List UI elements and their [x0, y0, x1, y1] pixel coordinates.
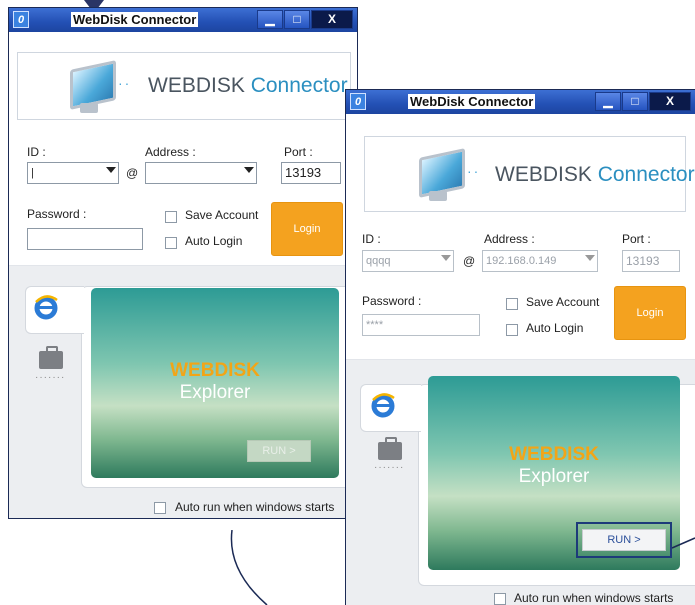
save-account-label: Save Account	[185, 208, 259, 222]
address-combo[interactable]: 192.168.0.149	[482, 250, 598, 272]
password-label: Password :	[362, 294, 422, 308]
port-label: Port :	[284, 145, 313, 159]
brand-sub: Connector	[250, 74, 348, 97]
port-value: 13193	[626, 254, 660, 268]
chevron-down-icon[interactable]	[585, 255, 595, 261]
password-input[interactable]	[27, 228, 143, 250]
title-bar[interactable]: 0 WebDisk Connector ▁ □ X	[9, 8, 357, 32]
id-combo[interactable]: |	[27, 162, 119, 184]
id-value: qqqq	[366, 255, 391, 267]
chevron-down-icon[interactable]	[244, 167, 254, 173]
explorer-subtitle: Explorer	[518, 466, 590, 487]
app-icon: 0	[350, 93, 366, 110]
address-label: Address :	[484, 232, 535, 246]
id-label: ID :	[362, 232, 381, 246]
explorer-title: WEBDISK	[509, 444, 599, 465]
chevron-down-icon[interactable]	[106, 167, 116, 173]
auto-run-checkbox[interactable]	[154, 502, 166, 514]
webdisk-connector-window-back: 0 WebDisk Connector ▁ □ X ·· WEBDISK Con…	[8, 7, 358, 519]
run-button[interactable]: RUN >	[247, 440, 311, 462]
title-bar[interactable]: 0 WebDisk Connector ▁ □ X	[346, 90, 695, 114]
port-value: 13193	[285, 165, 322, 180]
explorer-banner: WEBDISK Explorer RUN >	[91, 288, 339, 478]
brand-main: WEBDISK	[148, 74, 245, 97]
auto-run-label: Auto run when windows starts	[514, 591, 674, 605]
window-title: WebDisk Connector	[71, 12, 199, 27]
webdisk-logo: ·· WEBDISK Connector	[17, 52, 351, 120]
close-icon[interactable]: X	[311, 10, 353, 29]
minimize-icon[interactable]: ▁	[257, 10, 283, 29]
port-input[interactable]: 13193	[281, 162, 341, 184]
auto-login-label: Auto Login	[526, 321, 584, 335]
brand-sub: Connector	[597, 163, 695, 186]
at-sign: @	[463, 254, 476, 268]
explorer-title: WEBDISK	[170, 360, 260, 381]
briefcase-icon[interactable]	[378, 437, 402, 460]
webdisk-logo: ·· WEBDISK Connector	[364, 136, 695, 212]
auto-login-label: Auto Login	[185, 234, 243, 248]
run-button-highlight	[576, 522, 672, 558]
briefcase-icon[interactable]	[39, 346, 63, 369]
at-sign: @	[126, 166, 139, 180]
ie-icon[interactable]	[33, 294, 59, 320]
callout-line	[672, 537, 695, 549]
close-icon[interactable]: X	[649, 92, 691, 111]
id-label: ID :	[27, 145, 46, 159]
webdisk-connector-window-front: 0 WebDisk Connector ▁ □ X ·· WEBDISK Con…	[345, 89, 695, 605]
address-value: 192.168.0.149	[486, 255, 557, 267]
id-value: |	[31, 167, 34, 179]
ie-icon[interactable]	[370, 392, 396, 418]
address-label: Address :	[145, 145, 196, 159]
auto-login-checkbox[interactable]	[165, 237, 177, 249]
login-button[interactable]: Login	[271, 202, 343, 256]
maximize-icon[interactable]: □	[284, 10, 310, 29]
brand-main: WEBDISK	[495, 163, 592, 186]
connector-curve	[230, 530, 268, 605]
save-account-checkbox[interactable]	[165, 211, 177, 223]
window-title: WebDisk Connector	[408, 94, 536, 109]
save-account-checkbox[interactable]	[506, 298, 518, 310]
chevron-down-icon[interactable]	[441, 255, 451, 261]
login-label: Login	[636, 307, 664, 319]
password-input[interactable]: ****	[362, 314, 480, 336]
login-button[interactable]: Login	[614, 286, 686, 340]
id-combo[interactable]: qqqq	[362, 250, 454, 272]
port-label: Port :	[622, 232, 651, 246]
maximize-icon[interactable]: □	[622, 92, 648, 111]
explorer-banner: WEBDISK Explorer RUN >	[428, 376, 680, 570]
save-account-label: Save Account	[526, 295, 600, 309]
password-label: Password :	[27, 207, 87, 221]
port-input[interactable]: 13193	[622, 250, 680, 272]
password-value: ****	[366, 319, 384, 331]
app-icon: 0	[13, 11, 29, 28]
minimize-icon[interactable]: ▁	[595, 92, 621, 111]
auto-login-checkbox[interactable]	[506, 324, 518, 336]
auto-run-checkbox[interactable]	[494, 593, 506, 605]
login-label: Login	[293, 223, 321, 235]
auto-run-label: Auto run when windows starts	[175, 500, 335, 514]
address-combo[interactable]	[145, 162, 257, 184]
explorer-subtitle: Explorer	[179, 382, 251, 403]
